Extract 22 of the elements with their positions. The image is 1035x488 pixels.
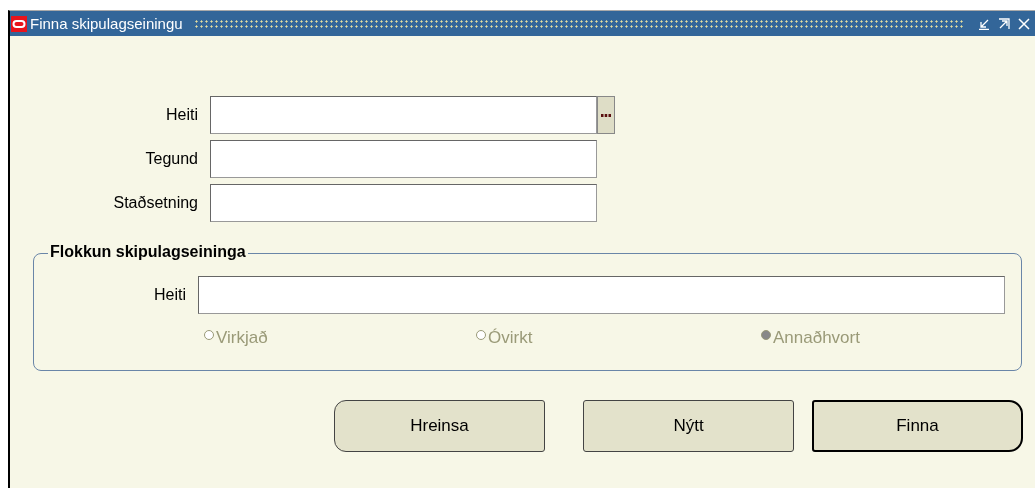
action-button[interactable]: Hreinsa [334, 400, 545, 452]
action-button[interactable]: Finna [812, 400, 1023, 452]
close-icon[interactable] [1018, 17, 1030, 30]
radio-label: Virkjað [216, 328, 268, 348]
minimize-icon[interactable] [978, 17, 990, 30]
field-label: Staðsetning [112, 194, 198, 212]
text-field[interactable] [210, 140, 597, 178]
text-field[interactable] [198, 276, 1005, 314]
field-label: Heiti [165, 106, 198, 124]
ellipsis-icon [601, 113, 611, 117]
list-button[interactable] [597, 96, 615, 134]
field-label: Tegund [144, 150, 198, 168]
action-button[interactable]: Nýtt [583, 400, 794, 452]
radio-label: Annaðhvort [773, 328, 860, 348]
window-title: Finna skipulagseiningu [30, 15, 183, 32]
radio-label: Óvirkt [488, 328, 533, 348]
logo-icon [11, 15, 27, 32]
text-field[interactable] [210, 96, 597, 134]
maximize-icon[interactable] [998, 17, 1010, 30]
field-label: Heiti [153, 286, 186, 304]
text-field[interactable] [210, 184, 597, 222]
group-title: Flokkun skipulagseininga [48, 243, 248, 261]
